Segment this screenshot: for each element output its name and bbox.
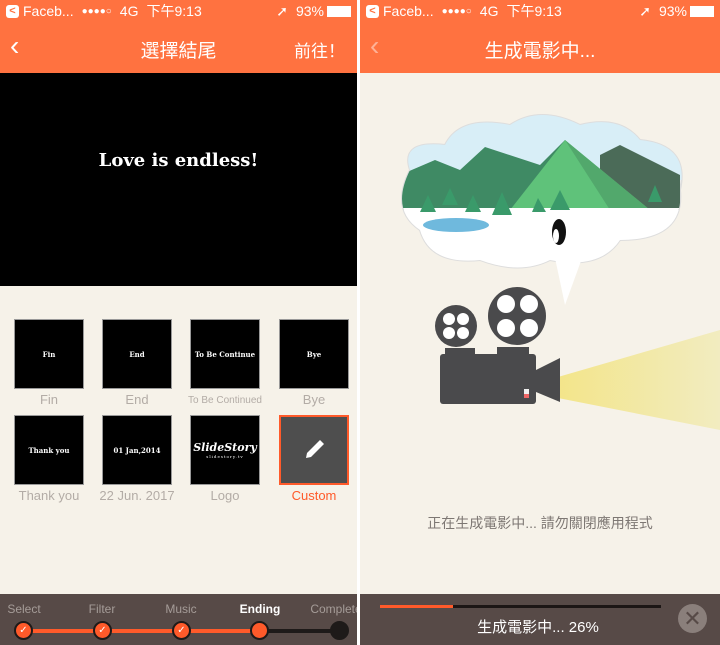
check-icon: ✓ xyxy=(14,621,33,640)
ending-label: To Be Continued xyxy=(188,395,262,406)
step-filter[interactable]: Filter xyxy=(62,602,142,616)
page-title: 生成電影中... xyxy=(484,41,596,62)
ending-tile-to-be-continued[interactable]: To Be Continue xyxy=(190,319,260,389)
pending-step-dot xyxy=(330,621,349,640)
tile-text: Bye xyxy=(306,349,322,359)
ending-tile-thank-you[interactable]: Thank you xyxy=(14,415,84,485)
clock: 下午9:13 xyxy=(146,3,202,19)
ending-label: Thank you xyxy=(18,488,80,503)
ending-preview: Love is endless! xyxy=(0,73,357,286)
ending-tile-bye[interactable]: Bye xyxy=(279,319,349,389)
step-music[interactable]: Music xyxy=(141,602,221,616)
battery-level: 93% xyxy=(295,3,324,19)
check-icon: ✓ xyxy=(172,621,191,640)
check-icon: ✓ xyxy=(93,621,112,640)
back-app-label[interactable]: Faceb... xyxy=(383,3,434,19)
step-select[interactable]: Select xyxy=(0,602,64,616)
ending-label: 22 Jun. 2017 xyxy=(99,488,175,503)
nav-bar: ‹ 生成電影中... xyxy=(360,22,720,73)
back-to-app-icon[interactable]: < xyxy=(6,4,19,18)
projector-illustration xyxy=(401,114,720,430)
ending-tile-logo[interactable]: SlideStory slidestory.tv xyxy=(190,415,260,485)
step-track-done xyxy=(24,629,260,633)
progress-fill xyxy=(380,605,454,608)
next-button[interactable]: 前往！ xyxy=(294,37,345,62)
network: 4G xyxy=(479,3,499,19)
ending-label: End xyxy=(125,392,149,407)
location-icon: ➚ xyxy=(276,2,288,19)
step-ending[interactable]: Ending xyxy=(220,602,300,616)
progress-text: 生成電影中... 26% xyxy=(477,619,599,636)
progress-track xyxy=(380,605,661,608)
tile-text: 01 Jan,2014 xyxy=(113,445,161,455)
battery-icon xyxy=(690,5,714,17)
thought-cloud xyxy=(401,114,683,305)
network: 4G xyxy=(119,3,139,19)
ending-selection-screen: < Faceb... ●●●●○ 4G 下午9:13 ➚ 93% ‹ 選擇結尾 … xyxy=(0,0,357,645)
ending-tile-custom[interactable] xyxy=(279,415,349,485)
step-complete: Complete xyxy=(310,602,357,616)
battery-level: 93% xyxy=(658,3,687,19)
step-track-remaining xyxy=(260,629,340,633)
back-to-app-icon[interactable]: < xyxy=(366,4,379,18)
preview-text: Love is endless! xyxy=(98,150,259,171)
slidestory-logo: SlideStory xyxy=(193,441,257,454)
status-bar: < Faceb... ●●●●○ 4G 下午9:13 ➚ 93% xyxy=(360,0,720,22)
light-beam xyxy=(558,330,720,430)
current-step-dot xyxy=(250,621,269,640)
signal: ●●●●○ xyxy=(441,5,472,17)
ending-tile-fin[interactable]: Fin xyxy=(14,319,84,389)
tile-text: End xyxy=(129,349,145,359)
ending-tile-date[interactable]: 01 Jan,2014 xyxy=(102,415,172,485)
status-bar: < Faceb... ●●●●○ 4G 下午9:13 ➚ 93% xyxy=(0,0,357,22)
clock: 下午9:13 xyxy=(506,3,562,19)
ending-tile-end[interactable]: End xyxy=(102,319,172,389)
ending-label: Fin xyxy=(39,392,59,407)
do-not-close-message: 正在生成電影中... 請勿關閉應用程式 xyxy=(427,515,653,531)
generation-progress-bar: 生成電影中... 26% ✕ xyxy=(360,594,720,645)
battery-icon xyxy=(327,5,351,17)
close-icon[interactable]: ✕ xyxy=(678,604,707,633)
logo-sub: slidestory.tv xyxy=(206,454,244,459)
ending-label: Logo xyxy=(210,488,240,503)
location-icon: ➚ xyxy=(639,2,651,19)
pencil-icon xyxy=(306,440,324,458)
tile-text: Fin xyxy=(42,349,56,359)
tile-text: To Be Continue xyxy=(194,349,256,359)
ending-label: Bye xyxy=(302,392,326,407)
back-app-label[interactable]: Faceb... xyxy=(23,3,74,19)
nav-bar: ‹ 選擇結尾 前往！ xyxy=(0,22,357,73)
signal: ●●●●○ xyxy=(81,5,112,17)
ending-label-custom: Custom xyxy=(291,488,337,503)
generating-screen: < Faceb... ●●●●○ 4G 下午9:13 ➚ 93% ‹ 生成電影中… xyxy=(360,0,720,645)
tile-text: Thank you xyxy=(28,445,70,455)
